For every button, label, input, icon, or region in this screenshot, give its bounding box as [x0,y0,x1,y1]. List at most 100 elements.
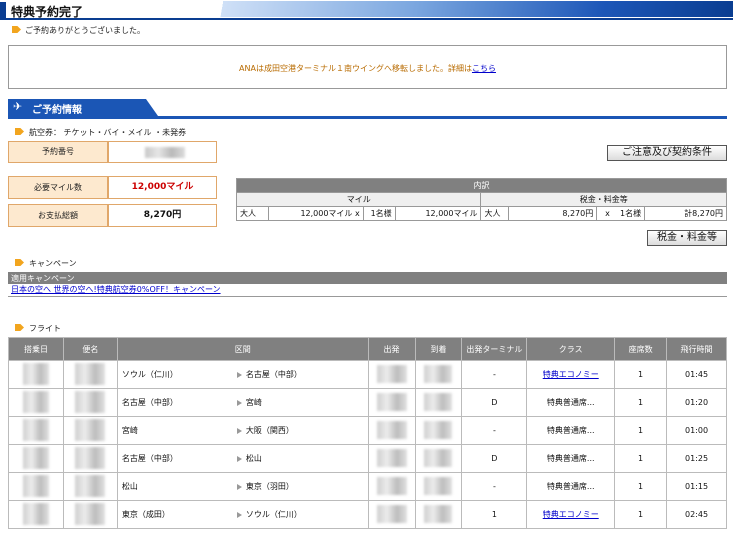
tax-passenger-count: x 1名様 [596,206,646,221]
required-miles-value: 12,000マイル [108,176,217,199]
terms-button[interactable]: ご注意及び契約条件 [607,145,727,161]
departure-cell [367,472,416,501]
route-to: 宮崎 [245,398,262,407]
arrow-right-icon [236,483,242,490]
title-stripe [205,1,733,17]
redacted-booking-number [145,147,185,158]
redacted-date [22,390,49,413]
title-accent [0,2,6,18]
redacted-arrival [424,504,453,523]
class-cell: 特典普通席... [526,416,616,445]
payment-total-value: 8,270円 [108,204,217,227]
arrow-right-icon [236,511,242,518]
section-divider [8,116,727,119]
redacted-departure [376,504,407,523]
redacted-flight-number [75,474,106,497]
redacted-departure [376,364,407,383]
arrival-cell [414,444,463,473]
terminal-cell: 1 [461,500,528,529]
date-cell [8,472,64,501]
arrow-right-icon [236,371,242,378]
tax-count-text: 1名様 [620,209,642,218]
duration-cell: 01:45 [666,360,727,389]
route-to: ソウル（仁川） [245,510,302,519]
passenger-type: 大人 [236,206,269,221]
campaign-table: 適用キャンペーン 日本の空へ 世界の空へ!特典航空券0%OFF！キャンペーン [8,272,727,297]
thanks-message: ご予約ありがとうございました。 [25,26,145,35]
departure-cell [367,500,416,529]
flight-heading: フライト [29,324,61,333]
breakdown-table: 内訳 マイル 税金・料金等 大人 12,000マイル x 1名様 12,000マ… [235,178,727,221]
seats-cell: 1 [614,444,668,473]
tax-per-person: 8,270円 [508,206,598,221]
table-row: 宮崎 大阪（関西） - 特典普通席... 1 01:00 [8,416,727,445]
redacted-arrival [424,364,453,383]
booking-number-value [108,141,217,163]
col-date: 搭乗日 [8,337,64,361]
section-header: ✈ ご予約情報 [8,99,158,116]
terminal-cell: D [461,444,528,473]
col-route: 区間 [116,337,369,361]
route-to: 大阪（関西） [245,426,294,435]
col-seats: 座席数 [614,337,668,361]
route-cell: 名古屋（中部） 宮崎 [116,388,369,417]
notice-link[interactable]: こちら [472,64,496,73]
date-cell [8,444,64,473]
taxes-button[interactable]: 税金・料金等 [647,230,727,246]
bullet-icon [15,324,24,331]
terminal-cell: - [461,360,528,389]
terminal-cell: - [461,416,528,445]
arrow-right-icon [236,399,242,406]
table-row: 名古屋（中部） 松山 D 特典普通席... 1 01:25 [8,444,727,473]
seats-cell: 1 [614,416,668,445]
flight-number-cell [62,444,118,473]
flight-number-cell [62,472,118,501]
date-cell [8,416,64,445]
notice-box: ANAは成田空港ターミナル１南ウイングへ移転しました。詳細はこちら [8,45,727,89]
redacted-departure [376,420,407,439]
arrival-cell [414,388,463,417]
redacted-flight-number [75,446,106,469]
seats-cell: 1 [614,360,668,389]
class-cell: 特典エコノミー [526,360,616,389]
route-from: 名古屋（中部） [121,398,178,407]
table-row: 東京（成田） ソウル（仁川） 1 特典エコノミー 1 02:45 [8,500,727,529]
route-cell: 東京（成田） ソウル（仁川） [116,500,369,529]
flight-rows: ソウル（仁川） 名古屋（中部） - 特典エコノミー 1 01:45 名古屋（中部） 宮崎 D 特典… [8,360,727,529]
redacted-arrival [424,476,453,495]
flight-number-cell [62,500,118,529]
date-cell [8,500,64,529]
booking-number-label: 予約番号 [8,141,108,163]
table-row: ソウル（仁川） 名古屋（中部） - 特典エコノミー 1 01:45 [8,360,727,389]
route-cell: ソウル（仁川） 名古屋（中部） [116,360,369,389]
bullet-icon [12,26,21,33]
campaign-heading: キャンペーン [29,259,77,268]
title-bar: 特典予約完了 [0,0,733,20]
class-cell: 特典普通席... [526,388,616,417]
terminal-cell: D [461,388,528,417]
class-link[interactable]: 特典エコノミー [543,510,599,519]
arrow-right-icon [236,427,242,434]
miles-per-person: 12,000マイル x [267,206,364,221]
section-title: ご予約情報 [32,105,82,116]
redacted-date [22,418,49,441]
redacted-arrival [424,392,453,411]
redacted-flight-number [75,390,106,413]
col-flight-number: 便名 [62,337,118,361]
miles-total: 12,000マイル [394,206,482,221]
seats-cell: 1 [614,472,668,501]
duration-cell: 01:00 [666,416,727,445]
class-link[interactable]: 特典エコノミー [543,370,599,379]
tax-passenger-type: 大人 [480,206,510,221]
arrival-cell [414,500,463,529]
col-class: クラス [526,337,616,361]
bullet-icon [15,128,24,135]
arrival-cell [414,416,463,445]
route-cell: 宮崎 大阪（関西） [116,416,369,445]
campaign-link[interactable]: 日本の空へ 世界の空へ!特典航空券0%OFF！キャンペーン [11,285,221,294]
flight-table: 搭乗日 便名 区間 出発 到着 出発ターミナル クラス 座席数 飛行時間 ソウル… [8,337,727,529]
breakdown-miles-header: マイル [235,192,482,207]
redacted-date [22,474,49,497]
required-miles-label: 必要マイル数 [8,176,108,199]
arrow-right-icon [236,455,242,462]
